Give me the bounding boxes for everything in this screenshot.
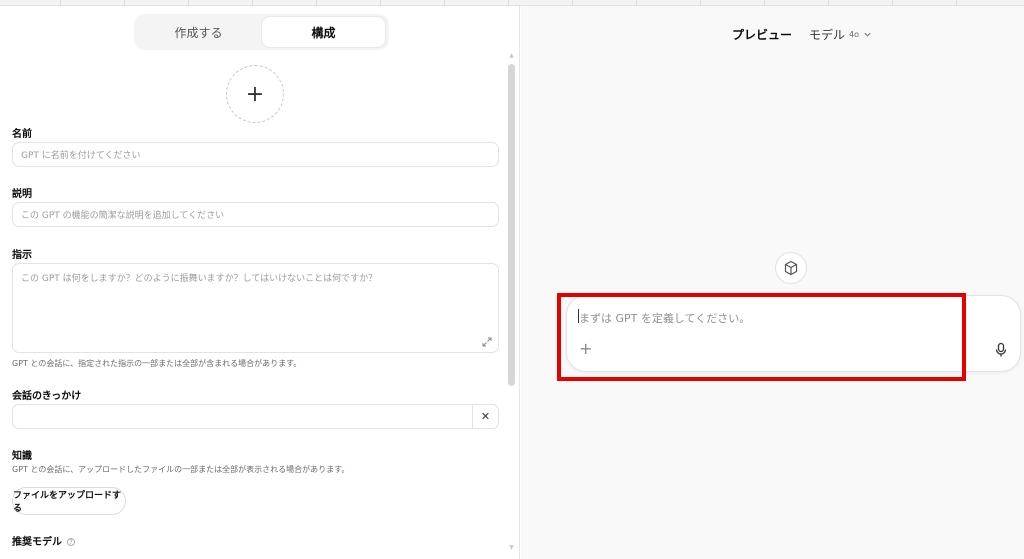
instructions-label: 指示 — [12, 250, 32, 261]
preview-title: プレビュー — [732, 28, 793, 42]
scroll-up-arrow[interactable]: ▲ — [508, 52, 515, 59]
description-input[interactable]: この GPT の機能の簡潔な説明を追加してください — [12, 202, 499, 227]
model-version: 4o — [849, 30, 859, 39]
chat-input-placeholder: まずは GPT を定義してください。 — [579, 312, 751, 325]
config-panel: 作成する 構成 + 名前 GPT に名前を付けてください 説明 この GPT の… — [0, 6, 520, 559]
info-icon[interactable]: ? — [67, 538, 75, 546]
add-avatar-button[interactable]: + — [226, 65, 284, 123]
recommended-model-heading: 推奨モデル? — [12, 533, 75, 548]
model-options-row — [12, 549, 352, 559]
conversation-starter-input[interactable]: ✕ — [12, 404, 499, 429]
scroll-down-arrow[interactable]: ▼ — [508, 544, 515, 551]
plus-icon: + — [245, 81, 265, 107]
name-placeholder: GPT に名前を付けてください — [21, 151, 141, 161]
name-input[interactable]: GPT に名前を付けてください — [12, 142, 499, 167]
instructions-placeholder: この GPT は何をしますか？どのように振舞いますか？してはいけないことは何です… — [21, 274, 378, 284]
cube-icon — [775, 252, 807, 284]
form-scrollbar[interactable] — [508, 64, 515, 546]
scrollbar-thumb[interactable] — [508, 64, 515, 386]
tab-configure[interactable]: 構成 — [262, 17, 385, 47]
preview-area: プレビュー モデル 4o まずは GPT を定義してください。 + — [529, 6, 1024, 542]
microphone-icon[interactable] — [994, 342, 1008, 358]
starters-label: 会話のきっかけ — [12, 391, 82, 402]
upload-files-button[interactable]: ファイルをアップロードする — [12, 487, 126, 515]
chevron-down-icon — [864, 32, 871, 37]
recommended-model-label: 推奨モデル — [12, 537, 62, 548]
description-placeholder: この GPT の機能の簡潔な説明を追加してください — [21, 211, 225, 221]
plus-icon[interactable]: + — [579, 341, 592, 357]
tab-create[interactable]: 作成する — [137, 17, 260, 47]
description-label: 説明 — [12, 189, 32, 200]
mode-segmented-control: 作成する 構成 — [134, 14, 389, 50]
gpt-builder-app: 作成する 構成 + 名前 GPT に名前を付けてください 説明 この GPT の… — [0, 0, 1024, 559]
chat-input-box[interactable]: まずは GPT を定義してください。 + — [566, 295, 1021, 372]
instructions-help: GPT との会話に、指定された指示の一部または全部が含まれる場合があります。 — [12, 359, 302, 368]
knowledge-help: GPT との会話に、アップロードしたファイルの一部または全部が表示される場合があ… — [12, 465, 350, 474]
knowledge-label: 知識 — [12, 451, 32, 462]
close-icon[interactable]: ✕ — [473, 405, 498, 428]
model-label: モデル — [809, 28, 846, 42]
preview-panel: プレビュー モデル 4o まずは GPT を定義してください。 + — [521, 6, 1024, 559]
name-label: 名前 — [12, 129, 32, 140]
model-selector[interactable]: モデル 4o — [809, 26, 872, 43]
expand-icon[interactable] — [482, 337, 492, 347]
instructions-textarea[interactable]: この GPT は何をしますか？どのように振舞いますか？してはいけないことは何です… — [12, 263, 499, 353]
